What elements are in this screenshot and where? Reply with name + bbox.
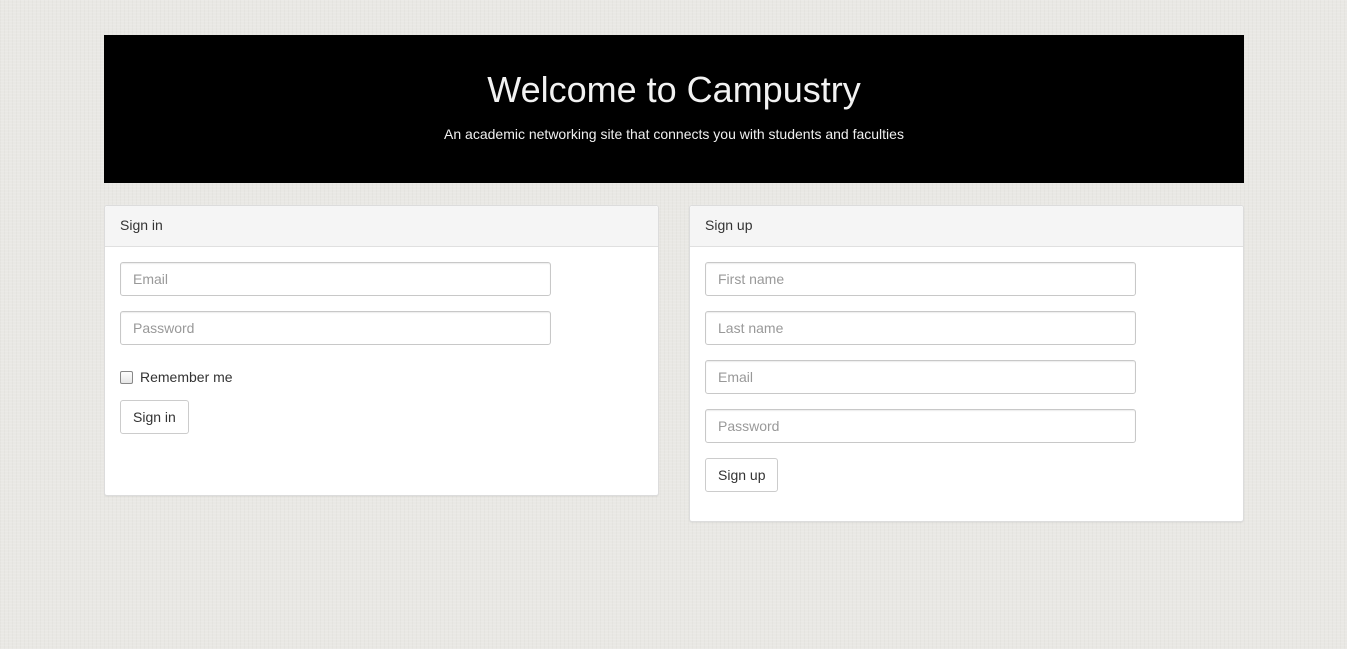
remember-me-checkbox[interactable]	[120, 370, 133, 384]
signup-form: Sign up	[690, 247, 1243, 507]
site-tagline: An academic networking site that connect…	[444, 126, 904, 142]
welcome-banner: Welcome to Campustry An academic network…	[104, 35, 1244, 183]
signin-heading: Sign in	[105, 206, 658, 247]
remember-me-row[interactable]: Remember me	[120, 367, 643, 387]
site-title: Welcome to Campustry	[487, 69, 861, 110]
signin-password-input[interactable]	[120, 311, 551, 345]
signin-email-input[interactable]	[120, 262, 551, 296]
signup-password-input[interactable]	[705, 409, 1136, 443]
signup-button[interactable]: Sign up	[705, 458, 779, 492]
signup-heading: Sign up	[690, 206, 1243, 247]
remember-me-label: Remember me	[140, 369, 233, 385]
first-name-input[interactable]	[705, 262, 1136, 296]
signin-form: Remember me Sign in	[105, 247, 658, 449]
signup-panel: Sign up Sign up	[689, 205, 1244, 522]
signup-email-input[interactable]	[705, 360, 1136, 394]
last-name-input[interactable]	[705, 311, 1136, 345]
signin-button[interactable]: Sign in	[120, 400, 189, 434]
signin-panel: Sign in Remember me Sign in	[104, 205, 659, 496]
